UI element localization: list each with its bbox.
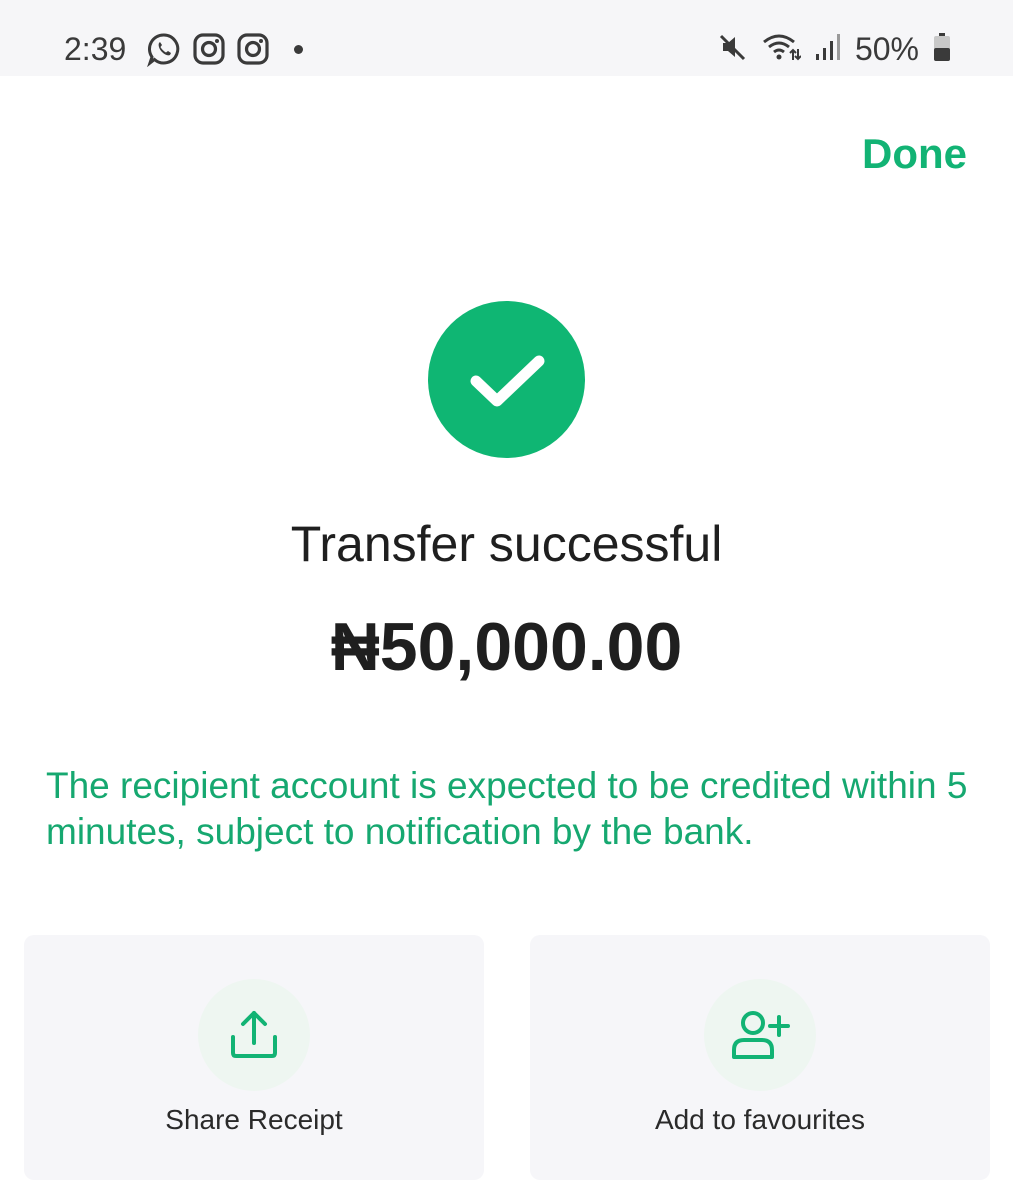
share-icon-container xyxy=(198,979,310,1091)
whatsapp-icon xyxy=(146,31,182,67)
instagram-icon xyxy=(192,32,226,66)
done-button[interactable]: Done xyxy=(862,130,967,178)
mute-icon xyxy=(717,32,747,67)
success-badge xyxy=(428,301,585,458)
add-to-favourites-button[interactable]: Add to favourites xyxy=(530,935,990,1180)
wifi-icon xyxy=(761,32,802,67)
transfer-amount: ₦50,000.00 xyxy=(330,609,683,685)
battery-percentage: 50% xyxy=(854,31,919,67)
status-system-icons: 50% xyxy=(717,30,951,68)
notification-dot xyxy=(294,44,303,54)
checkmark-icon xyxy=(470,355,544,406)
status-time: 2:39 xyxy=(64,31,127,67)
signal-icon xyxy=(815,32,841,67)
instagram-icon xyxy=(236,32,270,66)
status-notification-icons xyxy=(146,31,303,67)
share-upload-icon xyxy=(231,1011,277,1058)
share-receipt-label: Share Receipt xyxy=(165,1104,343,1135)
add-to-favourites-label: Add to favourites xyxy=(654,1104,866,1135)
transfer-status-title: Transfer successful xyxy=(290,516,723,572)
credit-notice: The recipient account is expected to be … xyxy=(46,765,968,852)
favourites-icon-container xyxy=(704,979,816,1091)
share-receipt-button[interactable]: Share Receipt xyxy=(24,935,484,1180)
add-user-icon xyxy=(732,1011,790,1059)
status-bar: 2:39 50% xyxy=(0,0,1013,76)
battery-icon xyxy=(933,32,951,67)
